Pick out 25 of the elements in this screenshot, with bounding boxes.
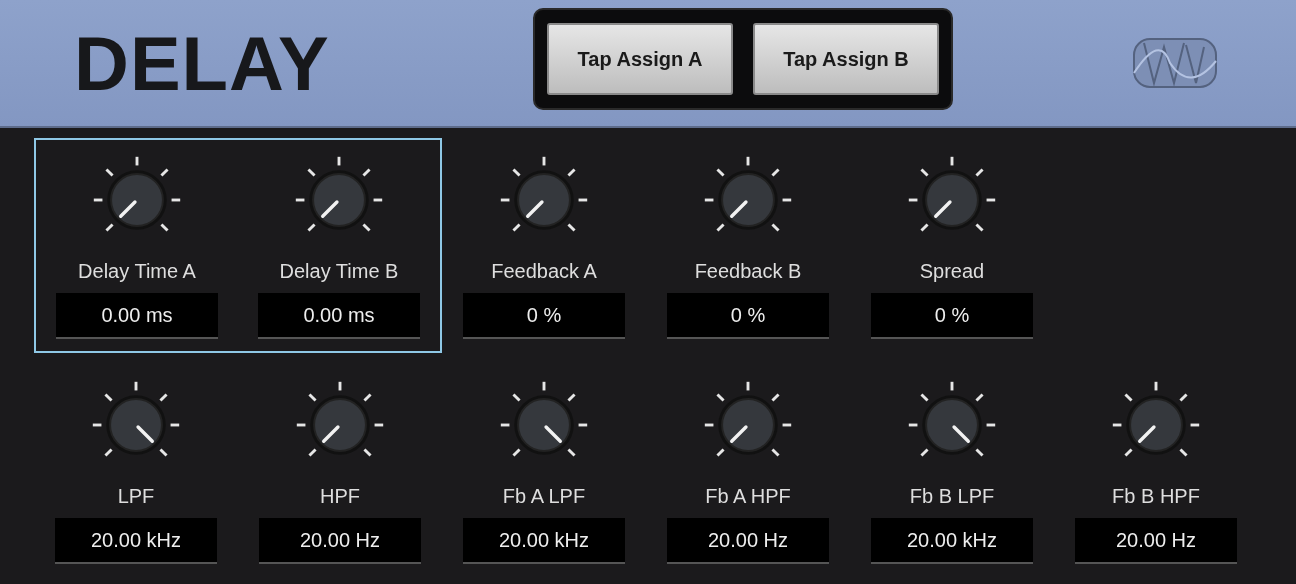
knob-label: Spread (919, 260, 985, 283)
knob-label: Fb A LPF (502, 485, 586, 508)
knob-label: HPF (320, 485, 360, 508)
knob-label: Feedback A (491, 260, 597, 283)
value-display: 0.00 ms (56, 293, 218, 339)
knob-label: Fb A HPF (705, 485, 791, 508)
knob-label: Delay Time B (279, 260, 399, 283)
value-display: 0 % (871, 293, 1033, 339)
value-display: 20.00 kHz (871, 518, 1033, 564)
knob-label: LPF (117, 485, 155, 508)
value-display: 0 % (463, 293, 625, 339)
knob-label: Delay Time A (78, 260, 196, 283)
tap-assign-button[interactable]: Tap Assign B (753, 23, 939, 95)
value-display: 20.00 Hz (1075, 518, 1237, 564)
knob-label: Fb B HPF (1112, 485, 1200, 508)
value-display: 0.00 ms (258, 293, 420, 339)
value-display: 20.00 kHz (463, 518, 625, 564)
knob-label: Fb B LPF (909, 485, 995, 508)
plugin-title: DELAY (74, 19, 331, 107)
knob-label: Feedback B (694, 260, 802, 283)
tap-assign-button[interactable]: Tap Assign A (547, 23, 733, 95)
value-display: 20.00 Hz (259, 518, 421, 564)
value-display: 20.00 Hz (667, 518, 829, 564)
value-display: 20.00 kHz (55, 518, 217, 564)
value-display: 0 % (667, 293, 829, 339)
